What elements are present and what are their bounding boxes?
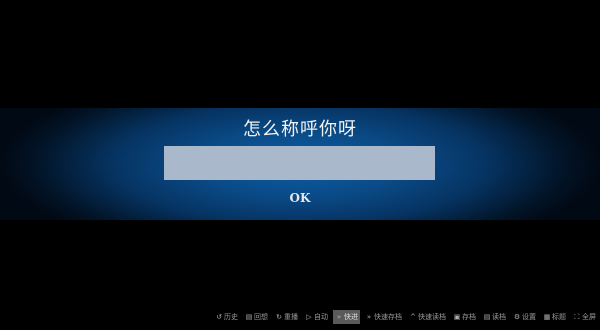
- quick-menu-item-fullscreen[interactable]: ⛶ 全屏: [571, 310, 598, 324]
- quick-menu-label: 重播: [284, 313, 298, 321]
- quick-menu-label: 存档: [462, 313, 476, 321]
- quick-menu-label: 标题: [552, 313, 566, 321]
- name-input[interactable]: [164, 146, 435, 180]
- quick-menu-item-history[interactable]: ↺ 历史: [213, 310, 240, 324]
- settings-icon: ⚙: [513, 313, 521, 321]
- ok-button[interactable]: OK: [280, 188, 320, 208]
- quick-menu-item-quick-load[interactable]: ^ 快速读档: [407, 310, 448, 324]
- quick-menu-label: 设置: [522, 313, 536, 321]
- save-icon: ▣: [453, 313, 461, 321]
- quick-menu-item-replay[interactable]: ↻ 重播: [273, 310, 300, 324]
- name-input-dialog: 怎么称呼你呀 OK: [0, 108, 600, 220]
- quick-save-icon: »: [366, 313, 372, 321]
- quick-menu-label: 快速读档: [418, 313, 446, 321]
- quick-menu: ↺ 历史 ▤ 回想 ↻ 重播 ▷ 自动» 快进» 快速存档 ^ 快速读档 ▣ 存档 ▤ 读档 ⚙ 设置 ▦ 标题 ⛶ 全屏: [213, 310, 598, 324]
- quick-menu-item-load[interactable]: ▤ 读档: [481, 310, 508, 324]
- quick-menu-item-save[interactable]: ▣ 存档: [451, 310, 478, 324]
- replay-icon: ↻: [276, 313, 282, 321]
- rollback-icon: ▤: [245, 313, 253, 321]
- quick-menu-item-skip[interactable]: » 快进: [333, 310, 360, 324]
- quick-load-icon: ^: [410, 313, 416, 321]
- quick-menu-label: 全屏: [582, 313, 596, 321]
- quick-menu-label: 快进: [344, 313, 358, 321]
- quick-menu-item-settings[interactable]: ⚙ 设置: [511, 310, 538, 324]
- skip-icon: »: [336, 313, 342, 321]
- quick-menu-item-rollback[interactable]: ▤ 回想: [243, 310, 270, 324]
- title-screen-icon: ▦: [543, 313, 551, 321]
- fullscreen-icon: ⛶: [574, 313, 580, 321]
- prompt-title: 怎么称呼你呀: [243, 119, 357, 140]
- quick-menu-item-quick-save[interactable]: » 快速存档: [363, 310, 404, 324]
- history-icon: ↺: [216, 313, 222, 321]
- game-screen: 怎么称呼你呀 OK ↺ 历史 ▤ 回想 ↻ 重播 ▷ 自动» 快进» 快速存档 ^ 快速读档 ▣ 存档 ▤ 读…: [0, 0, 600, 330]
- load-icon: ▤: [483, 313, 491, 321]
- quick-menu-item-auto-play[interactable]: ▷ 自动: [303, 310, 330, 324]
- auto-play-icon: ▷: [306, 313, 312, 321]
- quick-menu-label: 快速存档: [374, 313, 402, 321]
- quick-menu-label: 读档: [492, 313, 506, 321]
- quick-menu-item-title-screen[interactable]: ▦ 标题: [541, 310, 568, 324]
- quick-menu-label: 历史: [224, 313, 238, 321]
- quick-menu-label: 回想: [254, 313, 268, 321]
- quick-menu-label: 自动: [314, 313, 328, 321]
